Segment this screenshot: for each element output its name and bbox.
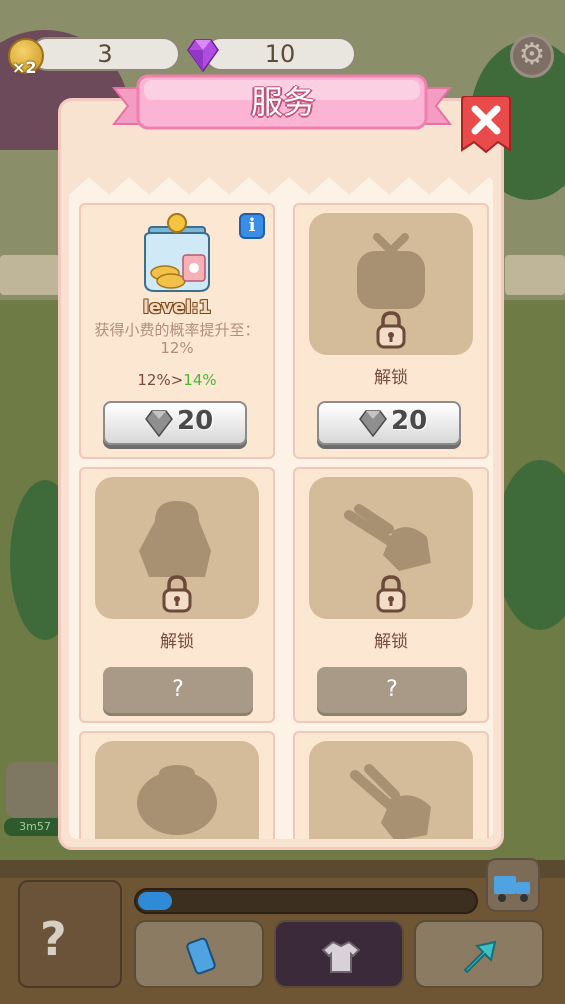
side-timer: 3m57: [4, 818, 66, 836]
side-boost-button[interactable]: [6, 762, 62, 818]
tab-phone[interactable]: [134, 920, 264, 988]
modal-title: 服务: [250, 83, 315, 121]
gem-counter: 10: [204, 37, 356, 71]
info-icon[interactable]: i: [239, 213, 265, 239]
shed-building[interactable]: [18, 880, 122, 988]
unlock-label: 解锁: [374, 368, 408, 388]
unlock-cost: 20: [391, 406, 428, 436]
shirt-icon: [321, 940, 361, 973]
service-modal: i level:1 获得小费的概率提升至：12% 12%>14% 20 解锁 2…: [58, 98, 504, 850]
coin-count: 3: [97, 40, 113, 68]
shed-question-mark: ?: [40, 912, 67, 966]
unlock-label: 解锁: [374, 632, 408, 652]
rate-next: 14%: [183, 371, 217, 389]
unlock-button[interactable]: 20: [317, 401, 461, 445]
card-description: 获得小费的概率提升至：12%: [94, 321, 260, 357]
locked-slot: [95, 477, 259, 619]
locked-slot: [309, 213, 473, 355]
locked-slot: [95, 741, 259, 839]
unknown-cost-button[interactable]: ?: [317, 667, 467, 713]
locked-slot: [309, 741, 473, 839]
service-card-locked-3: 解锁 ?: [79, 467, 275, 723]
gear-icon[interactable]: ⚙: [510, 34, 554, 78]
coin-counter: 3: [30, 37, 180, 71]
gem-count: 10: [264, 40, 296, 68]
pot-silhouette-icon: [137, 765, 217, 835]
tip-jar-icon: [144, 213, 210, 292]
close-button[interactable]: [460, 96, 512, 156]
progress-fill: [138, 892, 172, 910]
unknown-cost-button[interactable]: ?: [103, 667, 253, 713]
tab-upgrade[interactable]: [414, 920, 544, 988]
phone-icon: [186, 937, 216, 975]
rate-arrow: >: [170, 371, 184, 389]
upgrade-button[interactable]: 20: [103, 401, 247, 445]
gray-gem-icon: [359, 410, 387, 437]
service-card-locked-2: 解锁 20: [293, 203, 489, 459]
service-card-locked-4: 解锁 ?: [293, 467, 489, 723]
modal-scallop-edge: [69, 171, 493, 195]
unlock-label: 解锁: [160, 632, 194, 652]
locked-slot: [309, 477, 473, 619]
rate-change: 12%>14%: [81, 371, 273, 389]
lock-icon: [376, 575, 406, 613]
service-card-locked-6: [293, 731, 489, 839]
tab-shirt[interactable]: [274, 920, 404, 988]
level-label: level:1: [142, 297, 212, 318]
progress-bar: [134, 888, 478, 914]
service-card-locked-5: [79, 731, 275, 839]
upgrade-cost: 20: [177, 406, 214, 436]
gray-gem-icon: [145, 410, 173, 437]
truck-icon: [494, 876, 530, 902]
mixer-silhouette-icon: [350, 764, 431, 839]
delivery-truck-button[interactable]: [486, 858, 540, 912]
modal-content: i level:1 获得小费的概率提升至：12% 12%>14% 20 解锁 2…: [69, 171, 493, 839]
gem-icon: [187, 39, 219, 72]
lock-icon: [162, 575, 192, 613]
background-fence: [0, 255, 60, 295]
rate-current: 12%: [137, 371, 171, 389]
lock-icon: [376, 311, 406, 349]
background-fence: [505, 255, 565, 295]
upgrade-arrow-icon: [463, 940, 497, 974]
service-card-tip-jar: i level:1 获得小费的概率提升至：12% 12%>14% 20: [79, 203, 275, 459]
coin-multiplier: ×2: [12, 58, 37, 77]
